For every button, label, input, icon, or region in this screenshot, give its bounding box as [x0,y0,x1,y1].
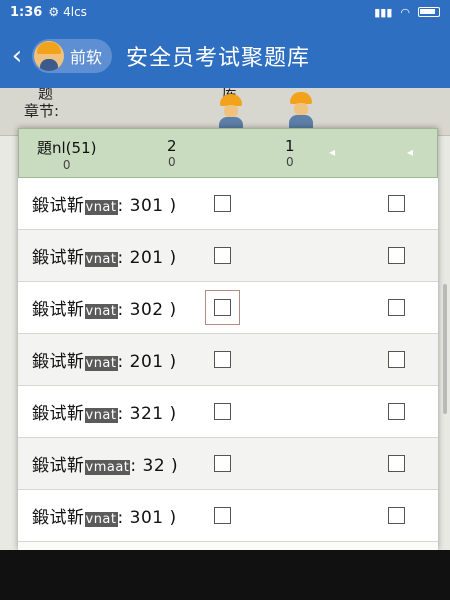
signal-icon: ▮▮▮ [374,5,393,19]
row-label: 鍛试靳vnat: 201 ) [32,248,177,268]
table-row[interactable]: 鍛试靳vmaat: 32 ) [18,438,438,490]
row-label: 鍛试靳vnat: 201 ) [32,352,177,372]
table-row[interactable]: 鍛试靳vnat: 321 ) [18,386,438,438]
arrow-left-icon[interactable]: ◂ [329,145,335,159]
row-checkbox-a[interactable] [214,247,231,264]
row-label: 鍛试靳vmaat: 32 ) [32,456,179,476]
row-checkbox-b[interactable] [388,507,405,524]
status-icons: ▮▮▮ ◠ [374,6,440,19]
status-carrier: 4lcs [63,5,87,19]
header-col-2-sub: 0 [167,155,176,169]
row-checkbox-a[interactable] [214,455,231,472]
row-checkbox-b[interactable] [388,403,405,420]
row-checkbox-a[interactable] [214,195,231,212]
main-content: 题 章节: 库 題nl(51) 0 2 0 1 0 ◂ ◂ [0,88,450,550]
settings-icon: ⚙ [48,5,60,19]
page-title: 安全员考试聚题库 [126,46,311,71]
row-label: 鍛试靳vnat: 302 ) [32,300,177,320]
header-col-3: 1 0 [285,137,295,169]
row-checkbox-b[interactable] [388,455,405,472]
row-label: 鍛试靳vnat: 301 ) [32,508,177,528]
table-row[interactable]: 鍛试靳vnat: 201 ) [18,334,438,386]
status-bar: 1:36 ⚙ 4lcs ▮▮▮ ◠ [0,0,450,24]
row-checkbox-a[interactable] [214,507,231,524]
app-chip[interactable]: 前软 [32,39,113,73]
table-row[interactable]: 鍛试靳vnat: 301 ) [18,490,438,542]
background-label-chapter: 章节: [24,102,60,120]
avatar [34,41,64,71]
row-label: 鍛试靳vnat: 321 ) [32,404,177,424]
header-col-2: 2 0 [167,137,177,169]
row-checkbox-b[interactable] [388,195,405,212]
wifi-icon: ◠ [400,5,410,19]
header-col-1-label: 題nl(51) [37,139,97,157]
battery-icon [418,7,440,17]
header-col-3-sub: 0 [285,155,294,169]
table-row[interactable]: 鍛试靳vnat: 301 ) [18,178,438,230]
nav-bar: ‹ 前软 安全员考试聚题库 [0,24,450,88]
question-list: 鍛试靳vnat: 301 ) 鍛试靳vnat: 201 ) 鍛试靳vnat: 3… [18,178,438,542]
header-col-3-label: 1 [285,137,295,155]
scrollbar[interactable] [443,284,447,414]
header-col-1-sub: 0 [62,158,71,172]
row-checkbox-b[interactable] [388,247,405,264]
row-checkbox-a[interactable] [214,403,231,420]
sheet-header: 題nl(51) 0 2 0 1 0 ◂ ◂ [18,128,438,178]
status-time: 1:36 [10,4,43,20]
header-col-1: 題nl(51) 0 [37,137,96,172]
app-chip-label: 前软 [70,48,103,67]
row-checkbox-b[interactable] [388,351,405,368]
row-checkbox-b[interactable] [388,299,405,316]
worker-icon [286,92,316,132]
header-col-2-label: 2 [167,137,177,155]
table-row[interactable]: 鍛试靳vnat: 201 ) [18,230,438,282]
arrow-right-icon[interactable]: ◂ [407,145,413,159]
row-checkbox-a[interactable] [205,290,240,325]
question-sheet: 題nl(51) 0 2 0 1 0 ◂ ◂ 鍛试靳vnat: 301 ) 鍛试靳… [18,128,438,550]
bottom-bar [0,550,450,600]
row-label: 鍛试靳vnat: 301 ) [32,196,177,216]
chevron-left-icon[interactable]: ‹ [4,36,30,76]
row-checkbox-a[interactable] [214,351,231,368]
table-row[interactable]: 鍛试靳vnat: 302 ) [18,282,438,334]
